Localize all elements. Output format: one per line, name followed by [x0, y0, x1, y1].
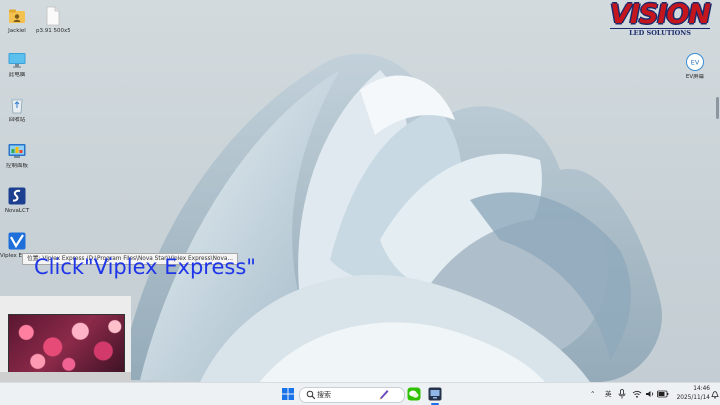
- recycle-bin-icon: [11, 98, 23, 114]
- wifi-icon[interactable]: [632, 389, 642, 399]
- ime-language-indicator[interactable]: 英: [605, 383, 612, 405]
- desktop-icon-label: 回收站: [8, 117, 26, 123]
- volume-icon[interactable]: [645, 389, 655, 399]
- svg-text:EV: EV: [691, 59, 700, 67]
- desktop: Jackiel p3.91 500x5... 此电脑 回收站 控制面板 Nova…: [0, 0, 720, 382]
- ev-screen-icon: EV: [686, 53, 704, 71]
- desktop-icon-control-panel[interactable]: 控制面板: [0, 141, 34, 170]
- notification-bell-icon[interactable]: [711, 390, 719, 399]
- user-folder-icon: [9, 9, 25, 23]
- desktop-icon-file[interactable]: p3.91 500x5...: [36, 6, 70, 35]
- search-icon: [306, 390, 316, 400]
- system-clock[interactable]: 14:46 2025/11/14: [670, 385, 710, 402]
- desktop-icon-label: 控制面板: [5, 163, 28, 169]
- desktop-icon-recycle-bin[interactable]: 回收站: [0, 95, 34, 124]
- taskbar: 搜索 ⌃ 英 14:46 2025/11/14: [0, 382, 720, 405]
- start-button[interactable]: [281, 387, 295, 401]
- desktop-icon-this-pc[interactable]: 此电脑: [0, 50, 34, 79]
- vision-led-logo: VISION LED SOLUTIONS: [610, 1, 720, 37]
- viplex-express-icon: [8, 232, 26, 250]
- monitor-icon: [8, 53, 26, 68]
- desktop-icon-ev-screen[interactable]: EV EV屏幕: [678, 52, 712, 81]
- clock-time: 14:46: [693, 386, 710, 392]
- scrollbar-thumb[interactable]: [716, 97, 719, 119]
- desktop-icon-label: 此电脑: [8, 72, 26, 78]
- desktop-icon-label: Jackiel: [8, 28, 26, 34]
- pen-app-icon[interactable]: [377, 387, 391, 401]
- search-placeholder: 搜索: [317, 391, 331, 399]
- novalct-icon: [8, 187, 26, 205]
- desktop-icon-user-folder[interactable]: Jackiel: [0, 6, 34, 35]
- webcam-overlay: [0, 296, 131, 382]
- tutorial-caption: Click"Viplex Express": [34, 255, 256, 279]
- desktop-icon-label: p3.91 500x5...: [36, 28, 70, 34]
- viplex-taskbar-icon[interactable]: [428, 387, 442, 401]
- microphone-icon[interactable]: [618, 389, 626, 399]
- desktop-icon-label: NovaLCT: [4, 208, 30, 214]
- desktop-icon-label: EV屏幕: [685, 74, 705, 80]
- logo-title: VISION: [610, 0, 711, 30]
- desktop-icon-novalct[interactable]: NovaLCT: [0, 186, 34, 215]
- wechat-icon[interactable]: [407, 387, 421, 401]
- tray-overflow-chevron-icon[interactable]: ⌃: [590, 383, 595, 405]
- clock-date: 2025/11/14: [676, 394, 710, 401]
- battery-icon[interactable]: [657, 390, 669, 398]
- led-screen-preview: [8, 314, 125, 374]
- webcam-floor: [0, 372, 131, 382]
- document-icon: [46, 6, 60, 26]
- control-panel-icon: [8, 144, 26, 158]
